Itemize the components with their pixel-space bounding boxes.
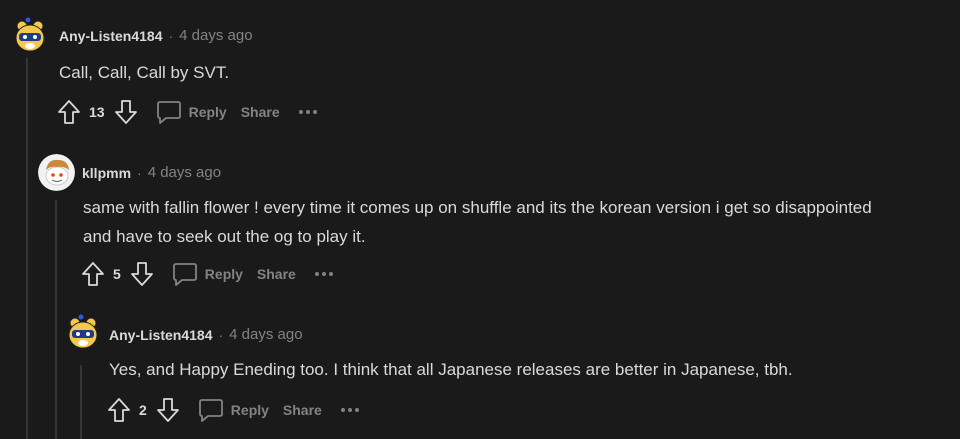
user-avatar[interactable] xyxy=(38,154,75,191)
more-options-icon[interactable] xyxy=(340,408,359,412)
share-button[interactable]: Share xyxy=(241,104,280,120)
comment-body-line: and have to seek out the og to play it. xyxy=(83,227,366,246)
comment-timestamp[interactable]: 4 days ago xyxy=(229,326,302,343)
comment-author[interactable]: kllpmm xyxy=(82,165,131,181)
vote-score: 5 xyxy=(113,266,121,282)
comment-actions: 5 Reply Share xyxy=(81,261,333,287)
share-button[interactable]: Share xyxy=(283,402,322,418)
yellow-bear-avatar-icon xyxy=(11,16,49,54)
comment-timestamp[interactable]: 4 days ago xyxy=(148,164,221,181)
comment-author[interactable]: Any-Listen4184 xyxy=(59,28,162,44)
share-button[interactable]: Share xyxy=(257,266,296,282)
reply-button[interactable]: Reply xyxy=(198,398,269,422)
comment-body-line: same with fallin flower ! every time it … xyxy=(83,198,872,217)
comment-body-line: Yes, and Happy Eneding too. I think that… xyxy=(109,360,793,379)
comment-actions: 2 Reply Share xyxy=(107,397,359,423)
upvote-icon[interactable] xyxy=(107,397,131,423)
reply-label: Reply xyxy=(204,266,243,282)
thread-line[interactable] xyxy=(26,58,28,439)
separator-dot: · xyxy=(168,27,174,44)
reply-label: Reply xyxy=(188,104,227,120)
comment-body: same with fallin flower ! every time it … xyxy=(83,193,872,251)
thread-line[interactable] xyxy=(55,200,57,439)
comment-timestamp[interactable]: 4 days ago xyxy=(179,27,252,44)
yellow-bear-avatar-icon xyxy=(64,313,102,351)
upvote-icon[interactable] xyxy=(81,261,105,287)
reply-button[interactable]: Reply xyxy=(156,100,227,124)
downvote-icon[interactable] xyxy=(156,397,180,423)
more-options-icon[interactable] xyxy=(314,272,333,276)
vote-score: 2 xyxy=(139,402,147,418)
snoo-avatar-icon xyxy=(38,154,75,191)
user-avatar[interactable] xyxy=(11,16,49,54)
user-avatar[interactable] xyxy=(64,313,102,351)
upvote-icon[interactable] xyxy=(57,99,81,125)
separator-dot: · xyxy=(218,326,224,343)
reply-label: Reply xyxy=(230,402,269,418)
comment-bubble-icon xyxy=(172,262,198,286)
comment-bubble-icon xyxy=(156,100,182,124)
more-options-icon[interactable] xyxy=(298,110,317,114)
comment-body-line: Call, Call, Call by SVT. xyxy=(59,63,230,82)
comment-body: Yes, and Happy Eneding too. I think that… xyxy=(109,355,793,384)
downvote-icon[interactable] xyxy=(130,261,154,287)
separator-dot: · xyxy=(137,164,142,181)
thread-line[interactable] xyxy=(80,365,82,439)
reply-button[interactable]: Reply xyxy=(172,262,243,286)
downvote-icon[interactable] xyxy=(114,99,138,125)
vote-score: 13 xyxy=(89,104,105,120)
comment-author[interactable]: Any-Listen4184 xyxy=(109,327,212,343)
comment-actions: 13 Reply Share xyxy=(57,99,317,125)
comment-bubble-icon xyxy=(198,398,224,422)
comment-body: Call, Call, Call by SVT. xyxy=(59,58,229,87)
